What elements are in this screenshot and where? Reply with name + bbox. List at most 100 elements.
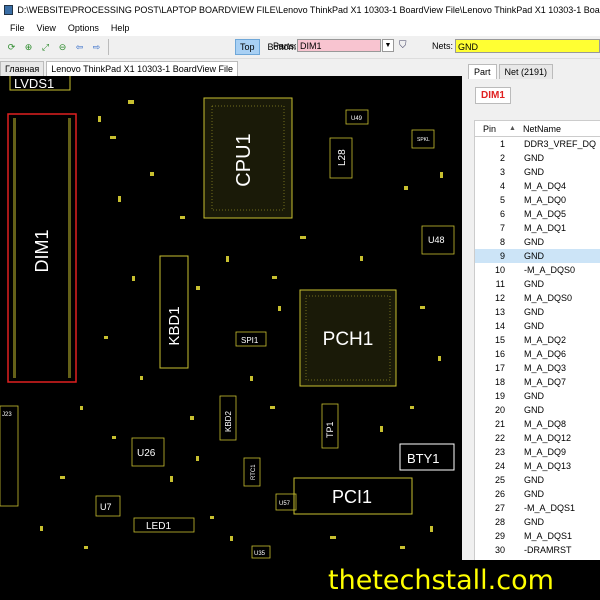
lvds-label: LVDS1: [14, 76, 54, 91]
net-name: M_A_DQ12: [524, 433, 572, 443]
table-row[interactable]: 16 M_A_DQ6: [475, 347, 600, 361]
table-row[interactable]: 20 GND: [475, 403, 600, 417]
chevron-down-icon[interactable]: ▼: [382, 39, 394, 52]
pin-number: 15: [494, 335, 505, 345]
pin-number: 30: [494, 545, 505, 555]
pin-number: 19: [494, 391, 505, 401]
forward-arrow-icon[interactable]: ⇨: [91, 42, 102, 53]
table-row[interactable]: 11 GND: [475, 277, 600, 291]
j23-connector[interactable]: J23: [0, 405, 19, 507]
table-row[interactable]: 8 GND: [475, 235, 600, 249]
tab-boardview-file[interactable]: Lenovo ThinkPad X1 10303-1 BoardView Fil…: [46, 61, 239, 76]
tab-main[interactable]: Главная: [0, 61, 45, 76]
table-row[interactable]: 27 -M_A_DQS1: [475, 501, 600, 515]
column-netname[interactable]: NetName: [521, 124, 600, 134]
net-name: GND: [524, 167, 544, 177]
u48-chip[interactable]: U48: [421, 225, 455, 255]
table-row[interactable]: 19 GND: [475, 389, 600, 403]
lvds-connector[interactable]: LVDS1: [9, 76, 71, 91]
u26-chip[interactable]: U26: [131, 437, 165, 467]
pin-table[interactable]: Pin ▲ NetName 1 DDR3_VREF_DQ 2 GND 3 GND 4 M_A_…: [474, 120, 600, 562]
spi-label: SPI1: [241, 336, 259, 345]
table-row[interactable]: 18 M_A_DQ7: [475, 375, 600, 389]
table-row[interactable]: 12 M_A_DQS0: [475, 291, 600, 305]
table-row[interactable]: 1 DDR3_VREF_DQ: [475, 137, 600, 151]
net-name: M_A_DQS0: [524, 293, 573, 303]
table-row[interactable]: 22 M_A_DQ12: [475, 431, 600, 445]
pin-rows: 1 DDR3_VREF_DQ 2 GND 3 GND 4 M_A_DQ4 5 M_A_DQ0 6 M_…: [475, 137, 600, 557]
kbd2-label: KBD2: [224, 411, 233, 432]
kbd2-connector[interactable]: KBD2: [219, 395, 237, 441]
pci-slot[interactable]: PCI1: [293, 477, 413, 515]
zoom-in-icon[interactable]: ⊕: [23, 42, 34, 53]
table-row[interactable]: 9 GND: [475, 249, 600, 263]
pin-number: 17: [494, 363, 505, 373]
tab-part[interactable]: Part: [468, 64, 497, 79]
column-pin[interactable]: Pin: [475, 124, 509, 134]
u7-chip[interactable]: U7: [95, 495, 121, 517]
fit-icon[interactable]: ⤢: [40, 42, 51, 53]
l28-label: L28: [337, 149, 348, 166]
net-name: GND: [524, 489, 544, 499]
table-row[interactable]: 4 M_A_DQ4: [475, 179, 600, 193]
table-row[interactable]: 2 GND: [475, 151, 600, 165]
tp1-connector[interactable]: TP1: [321, 403, 339, 449]
table-row[interactable]: 14 GND: [475, 319, 600, 333]
app-icon: [4, 5, 14, 15]
dim-label: DIM1: [32, 229, 52, 272]
back-arrow-icon[interactable]: ⇦: [74, 42, 85, 53]
led-connector[interactable]: LED1: [133, 517, 195, 533]
u57-chip[interactable]: U57: [275, 493, 297, 511]
table-row[interactable]: 15 M_A_DQ2: [475, 333, 600, 347]
pch-chip[interactable]: PCH1: [299, 289, 397, 387]
table-row[interactable]: 23 M_A_DQ9: [475, 445, 600, 459]
menu-view[interactable]: View: [37, 23, 56, 33]
spk-connector[interactable]: SPKL: [411, 129, 435, 149]
pch-label: PCH1: [323, 329, 374, 350]
table-row[interactable]: 28 GND: [475, 515, 600, 529]
spi-chip[interactable]: SPI1: [235, 331, 267, 347]
table-row[interactable]: 3 GND: [475, 165, 600, 179]
table-row[interactable]: 29 M_A_DQS1: [475, 529, 600, 543]
parts-input[interactable]: DIM1: [297, 39, 381, 52]
u49-chip[interactable]: U49: [345, 109, 369, 125]
net-name: GND: [524, 405, 544, 415]
net-name: M_A_DQ0: [524, 195, 567, 205]
table-row[interactable]: 6 M_A_DQ5: [475, 207, 600, 221]
table-row[interactable]: 10 -M_A_DQS0: [475, 263, 600, 277]
menu-help[interactable]: Help: [111, 23, 130, 33]
zoom-out-icon[interactable]: ⊖: [57, 42, 68, 53]
rtc-connector[interactable]: RTC1: [243, 457, 261, 487]
window-title: D:\WEBSITE\PROCESSING POST\LAPTOP BOARDV…: [17, 5, 600, 15]
battery-connector[interactable]: BTY1: [399, 443, 455, 471]
table-row[interactable]: 24 M_A_DQ13: [475, 459, 600, 473]
table-row[interactable]: 13 GND: [475, 305, 600, 319]
board-canvas[interactable]: LVDS1 DIM1 CPU1 U49 L28 SPKL U48 KBD1 SP…: [0, 76, 462, 560]
keyboard-connector[interactable]: KBD1: [159, 255, 189, 369]
table-row[interactable]: 26 GND: [475, 487, 600, 501]
pin-number: 20: [494, 405, 505, 415]
table-row[interactable]: 5 M_A_DQ0: [475, 193, 600, 207]
u48-label: U48: [428, 235, 445, 245]
l28-inductor[interactable]: L28: [329, 137, 353, 179]
refresh-icon[interactable]: ⟳: [6, 42, 17, 53]
top-button[interactable]: Top: [235, 39, 260, 55]
table-row[interactable]: 21 M_A_DQ8: [475, 417, 600, 431]
tab-net[interactable]: Net (2191): [498, 64, 554, 79]
cpu-chip[interactable]: CPU1: [203, 97, 293, 219]
filter-icon[interactable]: ⛉: [399, 40, 411, 52]
nets-input[interactable]: GND: [455, 39, 600, 53]
pin-number: 6: [499, 209, 505, 219]
table-row[interactable]: 17 M_A_DQ3: [475, 361, 600, 375]
table-row[interactable]: 25 GND: [475, 473, 600, 487]
dimm-slot[interactable]: DIM1: [7, 113, 77, 383]
sort-up-icon[interactable]: ▲: [509, 125, 521, 132]
watermark-bar: thetechstall.com: [0, 560, 600, 600]
menu-file[interactable]: File: [10, 23, 25, 33]
table-row[interactable]: 7 M_A_DQ1: [475, 221, 600, 235]
u35-chip[interactable]: U35: [251, 545, 271, 559]
net-name: M_A_DQ7: [524, 377, 567, 387]
net-name: -M_A_DQS0: [524, 265, 576, 275]
menu-options[interactable]: Options: [68, 23, 99, 33]
table-row[interactable]: 30 -DRAMRST: [475, 543, 600, 557]
